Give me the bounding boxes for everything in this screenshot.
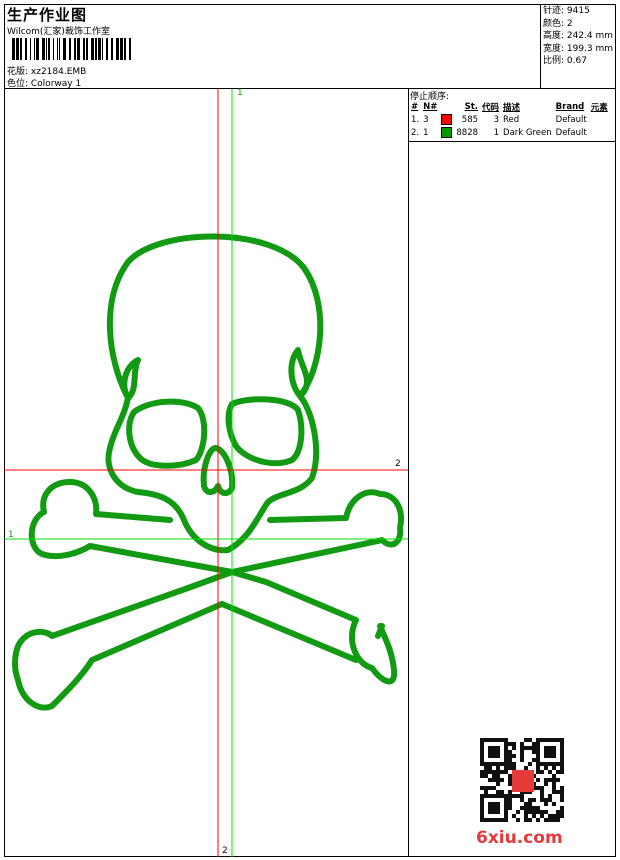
row-needle: 3 (423, 114, 429, 125)
barcode-bar (83, 38, 85, 60)
watermark-seal (512, 770, 534, 792)
barcode-bar (34, 38, 35, 60)
barcode-bar (129, 38, 131, 60)
row-code: 3 (493, 114, 500, 125)
row-index: 1. (411, 114, 420, 125)
design-height: 高度: 242.4 mm (543, 31, 614, 41)
row-index: 2. (411, 127, 420, 138)
barcode-bar (16, 38, 19, 60)
skull-design (4, 89, 408, 857)
barcode-bar (42, 38, 45, 60)
barcode-bar (74, 38, 76, 60)
red-horizontal-label: 2 (395, 459, 401, 469)
page-title: 生产作业图 (7, 6, 88, 24)
table-row: 1. 3 585 3 Red Default (409, 113, 610, 126)
col-stitches: St. (464, 101, 479, 112)
col-needle: N# (423, 101, 438, 112)
right-horn (288, 347, 310, 399)
barcode-bar (46, 38, 47, 60)
barcode-bar (59, 38, 60, 60)
barcode-bar (116, 38, 119, 60)
design-width: 宽度: 199.3 mm (543, 43, 614, 54)
barcode-bar (69, 38, 71, 60)
table-row: 2. 1 8828 1 Dark Green Default (409, 126, 610, 139)
barcode-bar (53, 38, 54, 60)
barcode-bar (95, 38, 97, 60)
barcode-bar (12, 38, 15, 60)
row-description: Red (503, 114, 520, 125)
col-description: 描述 (503, 102, 521, 113)
barcode-bar (102, 38, 103, 60)
barcode-bar (48, 38, 50, 60)
barcode-bar (57, 38, 58, 60)
barcode-bar (30, 38, 31, 60)
barcode-bar (124, 38, 126, 60)
barcode-bar (86, 38, 88, 60)
skull-outline (105, 233, 324, 554)
design-scale: 比例: 0.67 (543, 56, 587, 66)
left-eye (126, 398, 208, 469)
studio-name: Wilcom(汇家)裁饰工作室 (7, 27, 110, 37)
barcode-bar (25, 38, 27, 60)
barcode-bar (36, 38, 39, 60)
row-brand: Default (555, 127, 587, 138)
right-eye (225, 396, 305, 467)
barcode-bar (106, 38, 108, 60)
design-stats: 针迹: 9415 颜色: 2 高度: 242.4 mm 宽度: 199.3 mm… (540, 4, 616, 89)
row-code: 1 (493, 127, 500, 138)
row-brand: Default (555, 114, 587, 125)
header-info: 生产作业图 Wilcom(汇家)裁饰工作室 花版: xz2184.EMB 色位:… (4, 4, 541, 89)
barcode-bar (63, 38, 66, 60)
row-stitches: 8828 (456, 127, 479, 138)
color-swatch-green (441, 127, 453, 138)
row-stitches: 585 (461, 114, 479, 125)
col-element: 元素 (590, 102, 608, 113)
crossbones-outline (12, 479, 404, 711)
col-brand: Brand (555, 101, 585, 112)
row-needle: 1 (423, 127, 429, 138)
barcode-bar (20, 38, 22, 60)
barcode (12, 38, 132, 60)
table-header: # N# St. 代码 描述 Brand 元素 (409, 100, 610, 113)
colorway: 色位: Colorway 1 (7, 79, 82, 89)
green-vertical-label: 1 (237, 88, 243, 98)
barcode-bar (120, 38, 123, 60)
stop-sequence-panel: 停止顺序: # N# St. 代码 描述 Brand 元素 1. 3 585 3… (409, 89, 616, 142)
barcode-bar (77, 38, 80, 60)
watermark-text: 6xiu.com (476, 828, 563, 848)
stitch-count: 针迹: 9415 (543, 6, 590, 16)
barcode-bar (111, 38, 113, 60)
barcode-bar (91, 38, 94, 60)
color-count: 颜色: 2 (543, 18, 573, 29)
stop-sequence-table: # N# St. 代码 描述 Brand 元素 1. 3 585 3 Red D… (409, 100, 610, 139)
left-horn (121, 357, 141, 401)
design-canvas: 1 2 1 2 (4, 88, 409, 857)
row-description: Dark Green (503, 127, 552, 138)
green-horizontal-label: 1 (8, 530, 14, 540)
col-index: # (411, 101, 419, 112)
qr-code-watermark (480, 738, 564, 822)
col-code: 代码 (482, 102, 500, 113)
color-swatch-red (441, 114, 453, 125)
barcode-bar (98, 38, 101, 60)
red-vertical-label: 2 (222, 846, 228, 856)
